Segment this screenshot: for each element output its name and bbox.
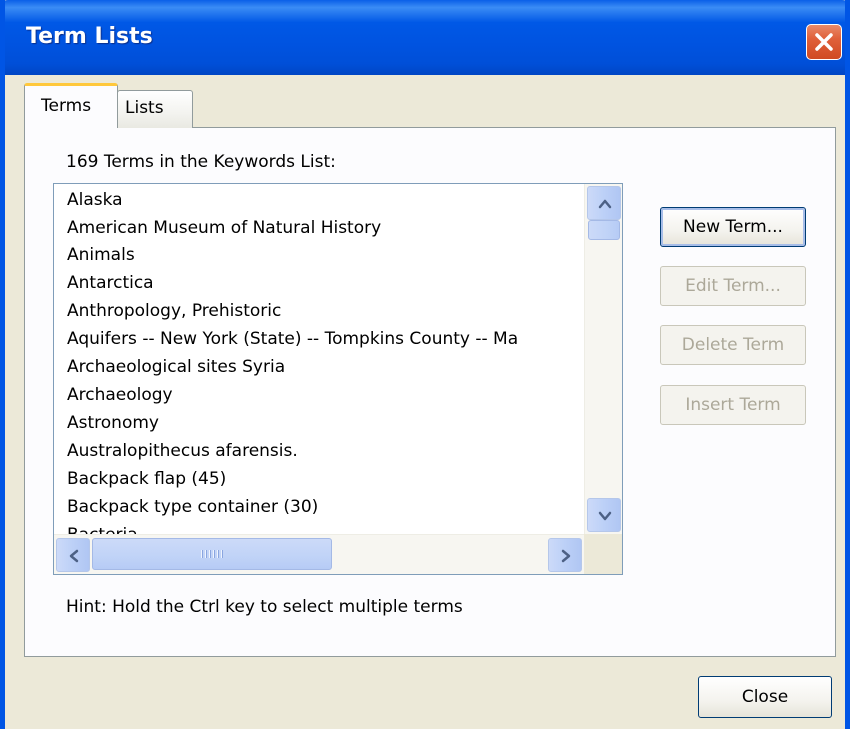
list-item[interactable]: Astronomy bbox=[67, 409, 159, 437]
horizontal-scrollbar[interactable] bbox=[54, 534, 584, 574]
scroll-down-arrow-icon bbox=[598, 511, 612, 521]
new-term-button[interactable]: New Term... bbox=[660, 207, 806, 247]
scroll-down-button[interactable] bbox=[587, 498, 621, 532]
list-item[interactable]: Antarctica bbox=[67, 269, 154, 297]
tab-lists[interactable]: Lists bbox=[117, 90, 193, 128]
horizontal-scroll-thumb[interactable] bbox=[92, 538, 332, 570]
terms-count-label: 169 Terms in the Keywords List: bbox=[66, 152, 336, 172]
list-item[interactable]: Aquifers -- New York (State) -- Tompkins… bbox=[67, 325, 518, 353]
close-window-button[interactable] bbox=[806, 24, 842, 60]
scroll-up-button[interactable] bbox=[587, 186, 621, 220]
scroll-left-arrow-icon bbox=[69, 549, 79, 563]
list-item[interactable]: Archaeology bbox=[67, 381, 173, 409]
tab-lists-label: Lists bbox=[125, 98, 164, 118]
list-item[interactable]: Alaska bbox=[67, 186, 123, 214]
list-item[interactable]: Australopithecus afarensis. bbox=[67, 437, 298, 465]
scrollbar-corner bbox=[584, 534, 622, 574]
list-item[interactable]: American Museum of Natural History bbox=[67, 214, 381, 242]
delete-term-button[interactable]: Delete Term bbox=[660, 325, 806, 365]
scroll-right-arrow-icon bbox=[561, 549, 571, 563]
close-button[interactable]: Close bbox=[698, 676, 832, 718]
close-x-icon bbox=[815, 33, 833, 51]
terms-list: Alaska American Museum of Natural Histor… bbox=[54, 184, 584, 534]
list-item[interactable]: Backpack type container (30) bbox=[67, 493, 318, 521]
vertical-scrollbar[interactable] bbox=[584, 184, 622, 534]
list-item[interactable]: Bacteria bbox=[67, 521, 138, 534]
tab-terms-label: Terms bbox=[41, 96, 92, 116]
list-item[interactable]: Archaeological sites Syria bbox=[67, 353, 285, 381]
insert-term-button[interactable]: Insert Term bbox=[660, 385, 806, 425]
scroll-up-arrow-icon bbox=[598, 199, 612, 209]
edit-term-button[interactable]: Edit Term... bbox=[660, 266, 806, 306]
terms-listbox[interactable]: Alaska American Museum of Natural Histor… bbox=[53, 183, 623, 575]
tab-terms[interactable]: Terms bbox=[24, 83, 118, 128]
scroll-grip-icon bbox=[201, 550, 225, 558]
scroll-right-button[interactable] bbox=[548, 538, 582, 572]
title-bar[interactable]: Term Lists bbox=[5, 0, 845, 75]
list-item[interactable]: Animals bbox=[67, 241, 135, 269]
window-title: Term Lists bbox=[26, 24, 153, 49]
list-item[interactable]: Backpack flap (45) bbox=[67, 465, 226, 493]
list-item[interactable]: Anthropology, Prehistoric bbox=[67, 297, 281, 325]
scroll-left-button[interactable] bbox=[56, 538, 90, 572]
vertical-scroll-thumb[interactable] bbox=[588, 220, 620, 240]
selection-hint: Hint: Hold the Ctrl key to select multip… bbox=[66, 597, 463, 617]
